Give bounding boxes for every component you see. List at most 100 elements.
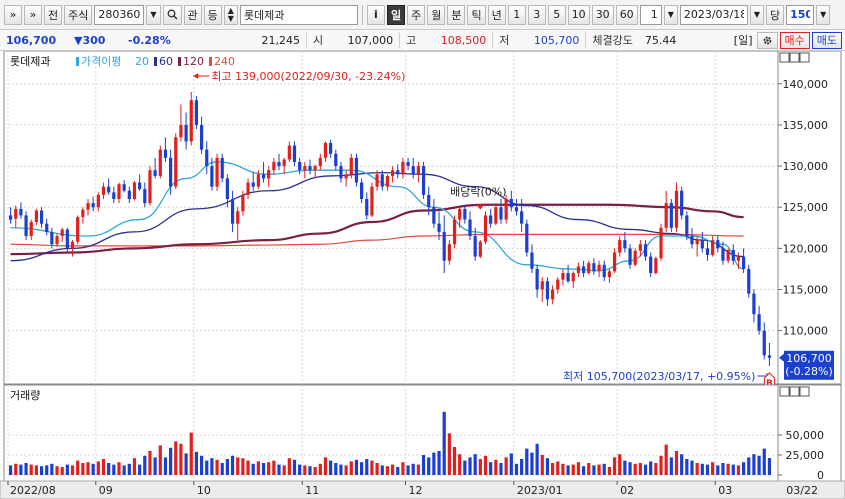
count-dropdown-button[interactable]: ▼ xyxy=(663,4,678,25)
volume-bar xyxy=(736,465,741,475)
period-button-tick[interactable]: 틱 xyxy=(467,4,486,25)
expand-down-button[interactable]: » xyxy=(24,4,42,25)
volume-bar xyxy=(742,462,746,475)
volume-bar xyxy=(380,465,384,475)
expand-left-button[interactable]: » xyxy=(4,4,22,25)
candle-body xyxy=(685,215,689,237)
volume-minimize-icon[interactable] xyxy=(789,386,800,397)
volume-bar xyxy=(726,463,730,475)
pane-controls[interactable] xyxy=(779,52,810,63)
updown-button[interactable]: 등 xyxy=(203,4,222,25)
candle-body xyxy=(566,273,570,282)
candle-body xyxy=(607,271,611,278)
today-button[interactable]: 당 xyxy=(766,4,785,25)
legend-swatch xyxy=(209,57,212,66)
quote-bar: 106,700 ▼300 -0.28% 21,245 시 107,000 고 1… xyxy=(0,30,845,51)
volume-bar xyxy=(65,464,69,475)
market-button[interactable]: 주식 xyxy=(64,4,93,25)
interval-button-60[interactable]: 60 xyxy=(615,4,638,25)
volume-bar xyxy=(633,463,637,475)
volume-bar xyxy=(530,452,534,475)
volume-bar xyxy=(189,432,193,475)
volume-bar xyxy=(520,459,524,475)
candle-body xyxy=(158,149,162,176)
volume-bar xyxy=(447,433,451,475)
code-input[interactable] xyxy=(94,4,145,25)
price-tick-label: 125,000 xyxy=(783,201,829,214)
candle-body xyxy=(230,198,235,224)
code-dropdown-button[interactable]: ▼ xyxy=(146,4,161,25)
period-button-week[interactable]: 주 xyxy=(407,4,426,25)
volume-bar xyxy=(282,465,286,475)
volume-bar xyxy=(690,460,694,475)
candle-body xyxy=(370,186,374,216)
candle-body xyxy=(215,157,219,187)
volume-menu-icon[interactable] xyxy=(779,386,790,397)
search-button[interactable] xyxy=(162,4,182,25)
volume-bar xyxy=(432,452,436,475)
candle-body xyxy=(721,248,725,261)
legend-swatch xyxy=(76,57,79,66)
sell-button[interactable]: 매도 xyxy=(811,31,842,49)
candle-body xyxy=(638,244,642,251)
candle-body xyxy=(514,207,519,212)
volume-bar xyxy=(34,465,38,475)
candle-body xyxy=(14,208,18,219)
buy-button[interactable]: 매수 xyxy=(779,31,810,49)
period-button-minute[interactable]: 분 xyxy=(447,4,466,25)
current-change-label: (-0.28%) xyxy=(785,365,833,378)
stock-chart[interactable]: 110,000 115,000 120,000 125,000 130,000 135,0… xyxy=(0,51,845,499)
candle-body xyxy=(406,161,410,167)
mode-button[interactable]: 전 xyxy=(44,4,63,25)
volume-bar xyxy=(396,467,400,475)
time-tick-label: 02 xyxy=(620,484,634,497)
settings-button[interactable] xyxy=(756,31,778,49)
candle-body xyxy=(365,198,369,216)
candle-body xyxy=(81,209,85,218)
candle-body xyxy=(360,182,364,199)
updown-arrows-button[interactable]: ▲ ▼ xyxy=(223,4,238,25)
candle-body xyxy=(282,159,286,167)
pane-minimize-icon[interactable] xyxy=(789,52,800,63)
volume-maximize-icon[interactable] xyxy=(799,386,810,397)
date-spin-button[interactable]: ▼ xyxy=(749,4,764,25)
bars-input[interactable] xyxy=(786,4,815,25)
volume-tick-label: 25,000 xyxy=(786,449,825,462)
pane-menu-icon[interactable] xyxy=(779,52,790,63)
bars-spin-button[interactable]: ▼ xyxy=(816,4,831,25)
stock-name-field[interactable]: 롯데제과 xyxy=(239,4,358,25)
volume-bar xyxy=(674,451,679,475)
interval-button-5[interactable]: 5 xyxy=(547,4,566,25)
candle-body xyxy=(205,149,209,167)
candle-body xyxy=(612,252,617,272)
pane-maximize-icon[interactable] xyxy=(799,52,810,63)
candle-body xyxy=(463,208,467,220)
date-input[interactable] xyxy=(679,4,748,25)
candle-body xyxy=(101,186,106,195)
count-input[interactable] xyxy=(639,4,662,25)
volume-bar xyxy=(50,463,54,475)
watch-button[interactable]: 관 xyxy=(183,4,202,25)
period-button-year[interactable]: 년 xyxy=(487,4,506,25)
volume-bar xyxy=(685,459,689,475)
period-indicator: [일] xyxy=(733,34,753,47)
candle-body xyxy=(272,161,276,171)
interval-button-10[interactable]: 10 xyxy=(567,4,590,25)
info-button[interactable]: i xyxy=(366,4,385,25)
period-button-month[interactable]: 월 xyxy=(427,4,446,25)
interval-button-3[interactable]: 3 xyxy=(527,4,546,25)
volume-tick-label: 50,000 xyxy=(786,429,825,442)
period-button-day[interactable]: 일 xyxy=(386,4,406,25)
time-tick-label: 10 xyxy=(197,484,211,497)
volume-bar xyxy=(721,463,725,475)
candle-body xyxy=(731,250,735,261)
volume-pane-controls[interactable] xyxy=(779,386,810,397)
volume-bar xyxy=(323,457,328,475)
volume-bar xyxy=(287,458,291,475)
interval-button-30[interactable]: 30 xyxy=(591,4,614,25)
volume-bar xyxy=(747,457,751,475)
interval-button-1[interactable]: 1 xyxy=(507,4,526,25)
legend-period: 240 xyxy=(214,55,235,68)
trade-volume: 21,245 xyxy=(261,33,301,47)
legend-period: 60 xyxy=(159,55,173,68)
